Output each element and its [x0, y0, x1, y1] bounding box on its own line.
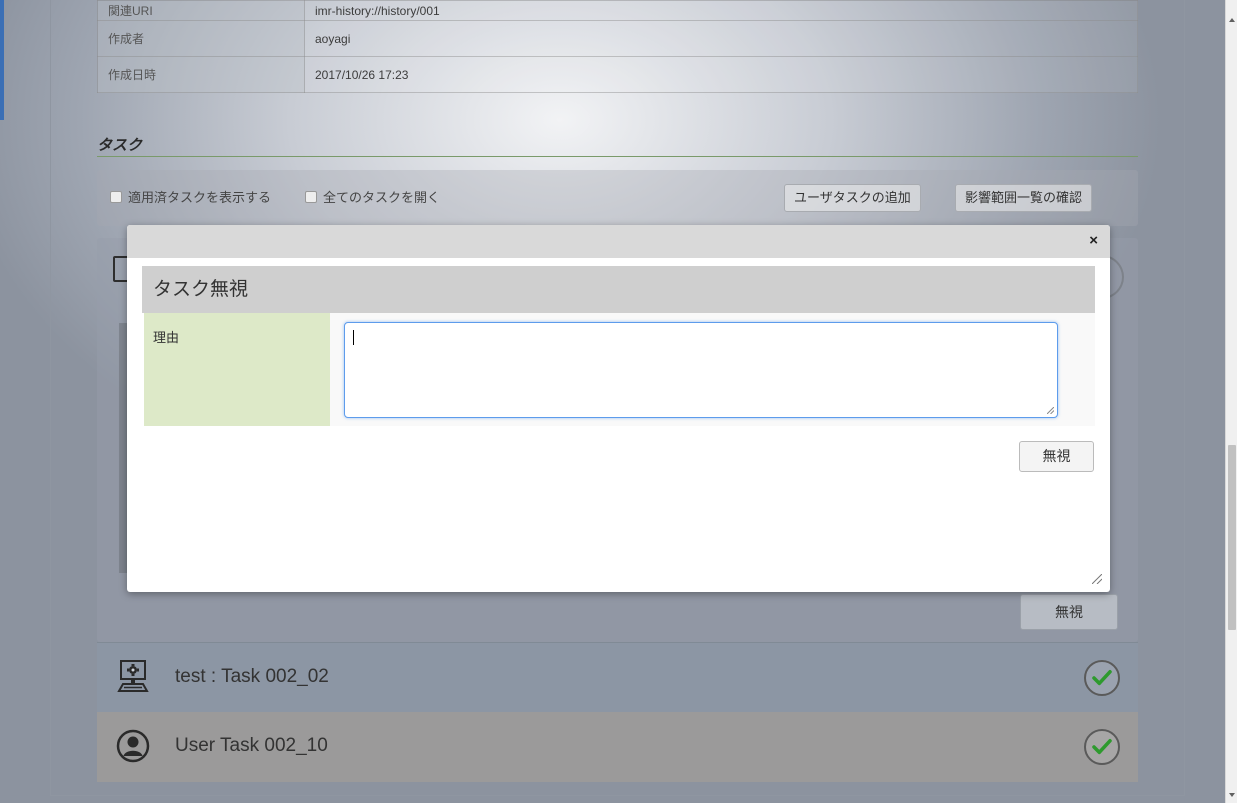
- panel-ignore-button[interactable]: 無視: [1020, 594, 1118, 630]
- task-label: test : Task 002_02: [175, 666, 329, 687]
- computer-gear-icon: [117, 660, 149, 692]
- info-key: 関連URI: [97, 0, 305, 21]
- ignore-button[interactable]: 無視: [1019, 441, 1094, 472]
- task-row[interactable]: User Task 002_10: [97, 712, 1138, 782]
- section-divider: [97, 156, 1138, 157]
- check-circle-icon[interactable]: [1084, 729, 1120, 765]
- page-scrollbar[interactable]: [1225, 0, 1237, 803]
- text-caret: [353, 330, 354, 345]
- info-row-uri: 関連URI imr-history://history/001: [97, 0, 1138, 21]
- info-key: 作成日時: [97, 56, 305, 93]
- dialog-resize-grip-icon[interactable]: [1092, 574, 1102, 584]
- user-icon: [116, 729, 150, 763]
- checkbox-box[interactable]: [110, 190, 122, 203]
- add-user-task-button[interactable]: ユーザタスクの追加: [784, 184, 921, 212]
- checkbox-box[interactable]: [305, 190, 317, 203]
- check-circle-icon[interactable]: [1084, 660, 1120, 696]
- close-icon[interactable]: ×: [1089, 233, 1098, 249]
- task-label: User Task 002_10: [175, 735, 328, 756]
- info-key: 作成者: [97, 20, 305, 57]
- scroll-down-arrow-icon[interactable]: [1229, 793, 1235, 797]
- info-row-created: 作成日時 2017/10/26 17:23: [97, 56, 1138, 93]
- open-all-checkbox[interactable]: 全てのタスクを開く: [305, 187, 440, 206]
- reason-textarea[interactable]: [344, 322, 1058, 418]
- dialog-titlebar[interactable]: [127, 225, 1110, 258]
- ignore-task-dialog: × タスク無視 理由 無視: [127, 225, 1110, 592]
- panel-edge-bar: [119, 323, 127, 573]
- info-value: aoyagi: [304, 20, 1138, 57]
- history-info-table: 関連URI imr-history://history/001 作成者 aoya…: [97, 0, 1138, 93]
- info-value: 2017/10/26 17:23: [304, 56, 1138, 93]
- task-toolbar: 適用済タスクを表示する 全てのタスクを開く ユーザタスクの追加 影響範囲一覧の確…: [97, 170, 1138, 226]
- info-row-author: 作成者 aoyagi: [97, 20, 1138, 57]
- left-accent-bar: [0, 0, 4, 120]
- checkbox-label: 適用済タスクを表示する: [128, 190, 272, 205]
- reason-label: 理由: [144, 313, 330, 426]
- confirm-impact-button[interactable]: 影響範囲一覧の確認: [955, 184, 1093, 212]
- reason-form-row: 理由: [144, 313, 1095, 426]
- scroll-thumb[interactable]: [1228, 445, 1236, 630]
- task-row[interactable]: test : Task 002_02: [97, 642, 1138, 712]
- show-applied-checkbox[interactable]: 適用済タスクを表示する: [110, 187, 271, 206]
- dialog-title: タスク無視: [142, 266, 1095, 313]
- checkbox-label: 全てのタスクを開く: [323, 190, 441, 205]
- resize-grip-icon[interactable]: [1047, 407, 1054, 414]
- scroll-up-arrow-icon[interactable]: [1229, 18, 1235, 22]
- info-value: imr-history://history/001: [304, 0, 1138, 21]
- task-section-title: タスク: [97, 137, 143, 154]
